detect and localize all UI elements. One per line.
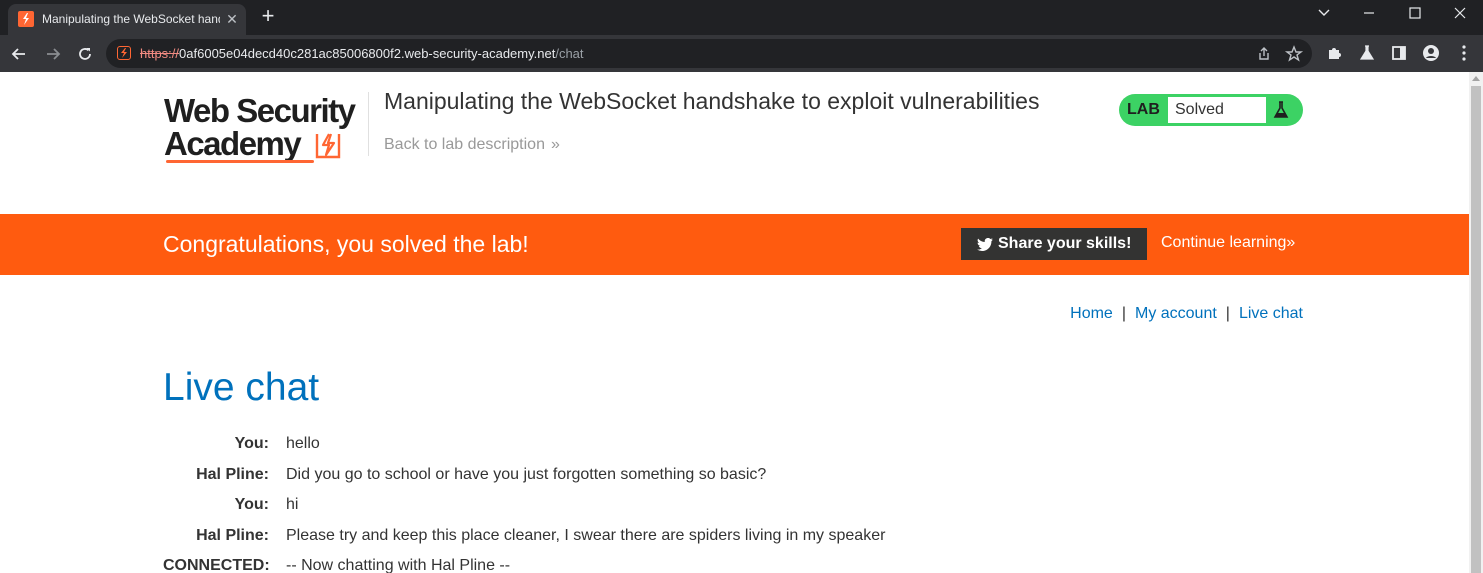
- page-viewport: Web Security Academy Manipulating the We…: [0, 72, 1469, 573]
- site-info-icon[interactable]: [117, 46, 131, 60]
- browser-tab[interactable]: Manipulating the WebSocket handshake to …: [8, 4, 246, 35]
- nav-separator: |: [1225, 305, 1230, 322]
- chat-sender: You:: [234, 435, 269, 452]
- top-nav: Home | My account | Live chat: [1070, 305, 1303, 323]
- scrollbar-thumb[interactable]: [1471, 86, 1481, 573]
- chat-sender: CONNECTED:: [163, 557, 270, 573]
- browser-tabstrip: Manipulating the WebSocket handshake to …: [0, 0, 1483, 35]
- person-icon[interactable]: [1421, 43, 1441, 63]
- double-chevron-right-icon: »: [550, 136, 560, 153]
- nav-separator: |: [1121, 305, 1126, 322]
- continue-learning-label: Continue learning: [1161, 234, 1287, 251]
- vertical-scrollbar[interactable]: [1469, 72, 1483, 573]
- browser-toolbar: https://0af6005e04decd40c281ac85006800f2…: [0, 35, 1483, 72]
- side-panel-icon[interactable]: [1389, 43, 1409, 63]
- page-title: Live chat: [163, 366, 320, 409]
- minimize-icon[interactable]: [1346, 0, 1392, 30]
- tab-search-chevron-down-icon[interactable]: [1301, 0, 1347, 30]
- lab-tag: LAB: [1127, 101, 1160, 118]
- star-icon[interactable]: [1284, 44, 1304, 64]
- web-security-academy-logo[interactable]: Web Security Academy: [164, 94, 364, 164]
- share-skills-button[interactable]: Share your skills!: [961, 228, 1147, 260]
- chat-text: hi: [286, 496, 299, 513]
- nav-my-account-link[interactable]: My account: [1135, 305, 1217, 322]
- puzzle-icon[interactable]: [1325, 43, 1345, 63]
- arrow-right-icon[interactable]: [40, 41, 66, 67]
- header-divider: [368, 92, 369, 156]
- nav-live-chat-link[interactable]: Live chat: [1239, 305, 1303, 322]
- logo-text-line1: Web Security: [164, 92, 356, 129]
- kebab-menu-icon[interactable]: [1454, 43, 1474, 63]
- arrow-left-icon[interactable]: [6, 41, 32, 67]
- logo-underline: [166, 160, 314, 163]
- url-host: 0af6005e04decd40c281ac85006800f2.web-sec…: [179, 46, 556, 61]
- url-text[interactable]: https://0af6005e04decd40c281ac85006800f2…: [140, 46, 584, 61]
- share-icon[interactable]: [1254, 44, 1274, 64]
- tab-title: Manipulating the WebSocket handshake to …: [42, 12, 220, 26]
- reload-icon[interactable]: [72, 41, 98, 67]
- tab-close-icon[interactable]: ✕: [222, 9, 242, 29]
- lab-status-widget: LAB Solved: [1119, 94, 1303, 126]
- back-link-label: Back to lab description: [384, 136, 545, 153]
- web-security-academy-icon: [18, 11, 34, 27]
- twitter-icon: [977, 238, 993, 251]
- chat-text: hello: [286, 435, 320, 452]
- chat-text: Please try and keep this place cleaner, …: [286, 526, 886, 544]
- chat-sender: Hal Pline:: [196, 526, 269, 544]
- close-window-icon[interactable]: [1437, 0, 1483, 30]
- nav-home-link[interactable]: Home: [1070, 305, 1113, 322]
- lab-status-value: Solved: [1168, 97, 1266, 123]
- solved-banner: Congratulations, you solved the lab! Sha…: [0, 214, 1469, 275]
- chat-sender: Hal Pline:: [196, 465, 269, 483]
- scroll-up-arrow-icon[interactable]: [1472, 76, 1480, 81]
- double-chevron-right-icon: »: [1286, 234, 1296, 251]
- flask-icon[interactable]: [1357, 43, 1377, 63]
- logo-text-line2: Academy: [164, 125, 302, 162]
- solved-message: Congratulations, you solved the lab!: [163, 231, 529, 257]
- share-skills-label: Share your skills!: [998, 235, 1132, 252]
- url-scheme: https://: [140, 46, 180, 61]
- flask-icon: [1269, 98, 1293, 122]
- new-tab-button[interactable]: +: [256, 5, 280, 29]
- chat-sender: You:: [234, 496, 269, 513]
- maximize-icon[interactable]: [1392, 0, 1438, 30]
- lab-title: Manipulating the WebSocket handshake to …: [384, 88, 1040, 114]
- lightning-logo-icon: [314, 130, 342, 160]
- chat-text: -- Now chatting with Hal Pline --: [286, 557, 511, 573]
- chat-text: Did you go to school or have you just fo…: [286, 465, 767, 483]
- address-bar[interactable]: https://0af6005e04decd40c281ac85006800f2…: [106, 39, 1312, 68]
- url-path: /chat: [555, 46, 584, 61]
- back-to-lab-description-link[interactable]: Back to lab description »: [384, 136, 560, 154]
- continue-learning-link[interactable]: Continue learning»: [1161, 234, 1295, 252]
